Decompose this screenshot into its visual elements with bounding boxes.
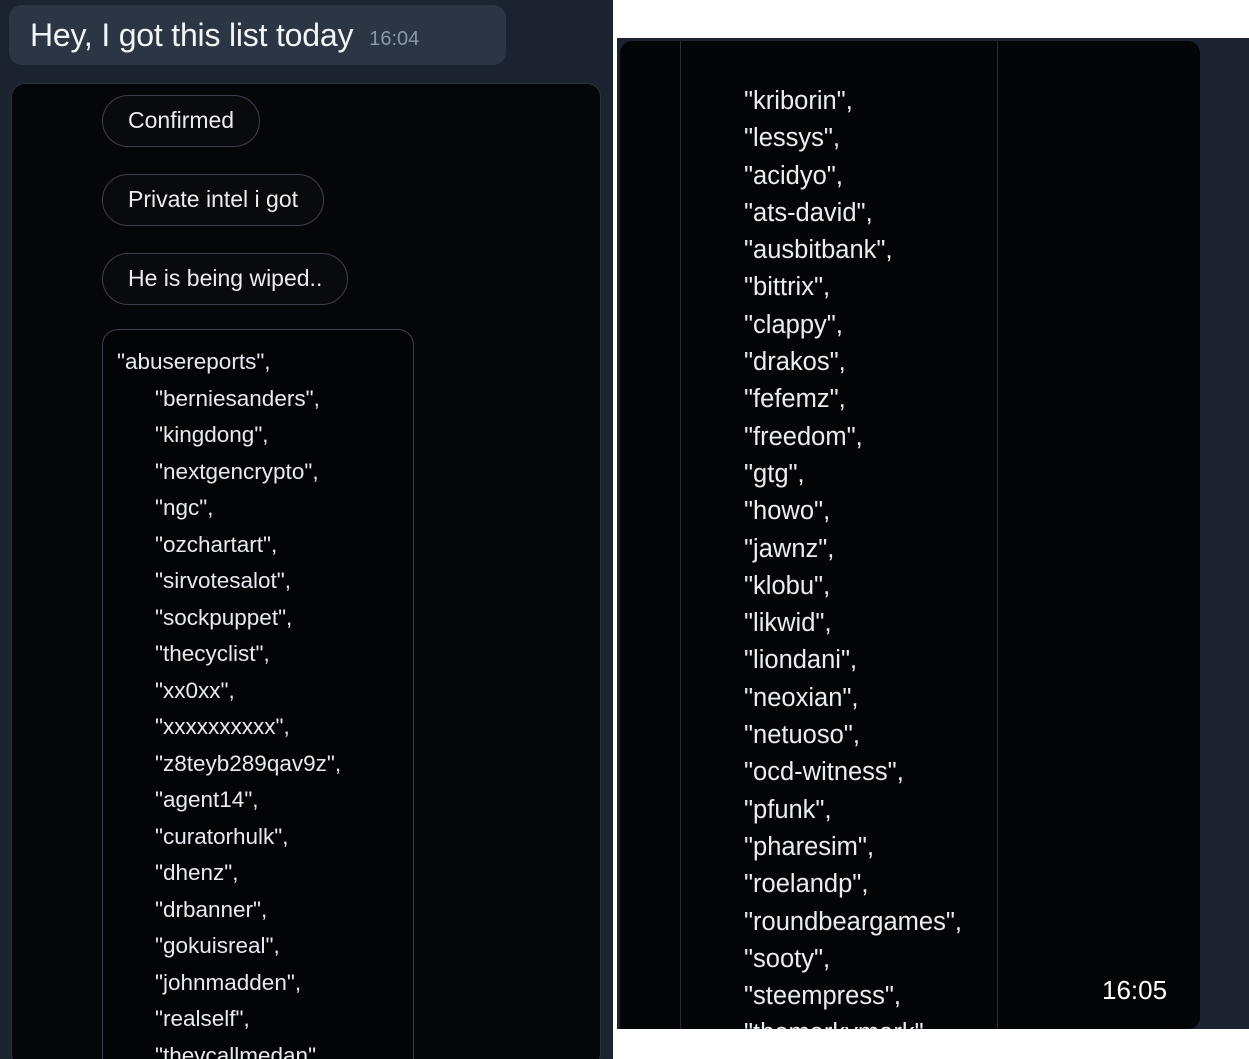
list-line: "fefemz",	[744, 385, 846, 414]
list-line: "thevcallmedan",	[155, 1042, 323, 1059]
list-line: "lessys",	[744, 124, 841, 153]
list-line: "agent14",	[155, 787, 259, 812]
message-bubble-being-wiped[interactable]: He is being wiped..	[102, 253, 349, 305]
list-line: "ocd-witness",	[744, 758, 904, 787]
list-line: "z8teyb289qav9z",	[155, 750, 342, 776]
list-line: "howo",	[744, 497, 831, 526]
list-line: "pfunk",	[744, 795, 832, 824]
list-line: "xx0xx",	[155, 677, 235, 703]
list-line: "dhenz",	[155, 860, 239, 885]
right-chat-panel: "kriborin", "lessys", "acidyo", "ats-david"…	[617, 0, 1249, 1059]
list-line: "acidyo",	[744, 161, 843, 190]
list-line: "gtg",	[744, 459, 805, 488]
list-line: "realself",	[155, 1006, 250, 1031]
list-line: "ats-david",	[744, 198, 873, 227]
list-line: "xxxxxxxxxx",	[155, 714, 290, 739]
list-line: "freedom",	[744, 422, 863, 451]
list-line: "ausbitbank",	[744, 236, 893, 265]
list-line: "steempress",	[744, 982, 901, 1011]
list-line: "bittrix",	[744, 273, 831, 302]
list-line: "roundbeargames",	[744, 907, 962, 936]
list-line: "pharesim",	[744, 832, 875, 861]
right-message-card: "kriborin", "lessys", "acidyo", "ats-david"…	[620, 41, 1200, 1029]
list-line: "sockpuppet",	[155, 604, 293, 630]
list-line: "neoxian",	[744, 683, 859, 712]
list-line: "gokuisreal",	[155, 933, 280, 958]
header-message-bubble[interactable]: Hey, I got this list today 16:04	[9, 5, 506, 65]
list-line: "jawnz",	[744, 534, 835, 563]
message-bubble-account-list[interactable]: "abusereports", "berniesanders", "kingdong…	[102, 329, 414, 1059]
list-line: "ozchartart",	[155, 531, 278, 557]
right-column-divider-right	[997, 41, 998, 1029]
bottom-white-strip	[617, 1029, 1249, 1059]
list-line: "themarkymark",	[744, 1015, 1164, 1029]
list-line: "johnmadden",	[155, 969, 302, 995]
list-line: "sirvotesalot",	[155, 568, 292, 593]
right-account-list[interactable]: "kriborin", "lessys", "acidyo", "ats-david"…	[744, 83, 1164, 1029]
message-bubble-private-intel[interactable]: Private intel i got	[102, 174, 325, 226]
header-timestamp: 16:04	[369, 28, 420, 50]
list-line: "netuoso",	[744, 721, 860, 750]
list-line: "drbanner",	[155, 896, 268, 922]
list-line: "likwid",	[744, 609, 832, 638]
list-line: "ngc",	[155, 495, 214, 520]
header-title: Hey, I got this list today	[30, 17, 354, 53]
list-line: "kingdong",	[155, 422, 269, 447]
top-white-strip	[617, 0, 1249, 38]
list-line: "liondani",	[744, 646, 858, 675]
left-message-card: Confirmed Private intel i got He is bein…	[11, 83, 601, 1059]
right-column-divider-left	[680, 41, 681, 1029]
list-line: "thecyclist",	[155, 641, 270, 666]
list-line: "sooty",	[744, 944, 831, 973]
right-message-timestamp: 16:05	[1102, 975, 1168, 1005]
list-line: "curatorhulk",	[155, 823, 289, 849]
screenshot-root: Hey, I got this list today 16:04 Confirm…	[0, 0, 1249, 1059]
list-line: "abusereports",	[117, 349, 271, 374]
list-line: "drakos",	[744, 348, 846, 377]
list-line: "kriborin",	[744, 87, 853, 115]
list-line: "nextgencrypto",	[155, 458, 319, 484]
list-line: "clappy",	[744, 310, 843, 339]
message-bubble-confirmed[interactable]: Confirmed	[102, 95, 261, 147]
list-line: "roelandp",	[744, 870, 869, 899]
list-line: "berniesanders",	[155, 385, 320, 411]
left-chat-panel: Hey, I got this list today 16:04 Confirm…	[0, 0, 613, 1059]
list-line: "klobu",	[744, 571, 831, 600]
